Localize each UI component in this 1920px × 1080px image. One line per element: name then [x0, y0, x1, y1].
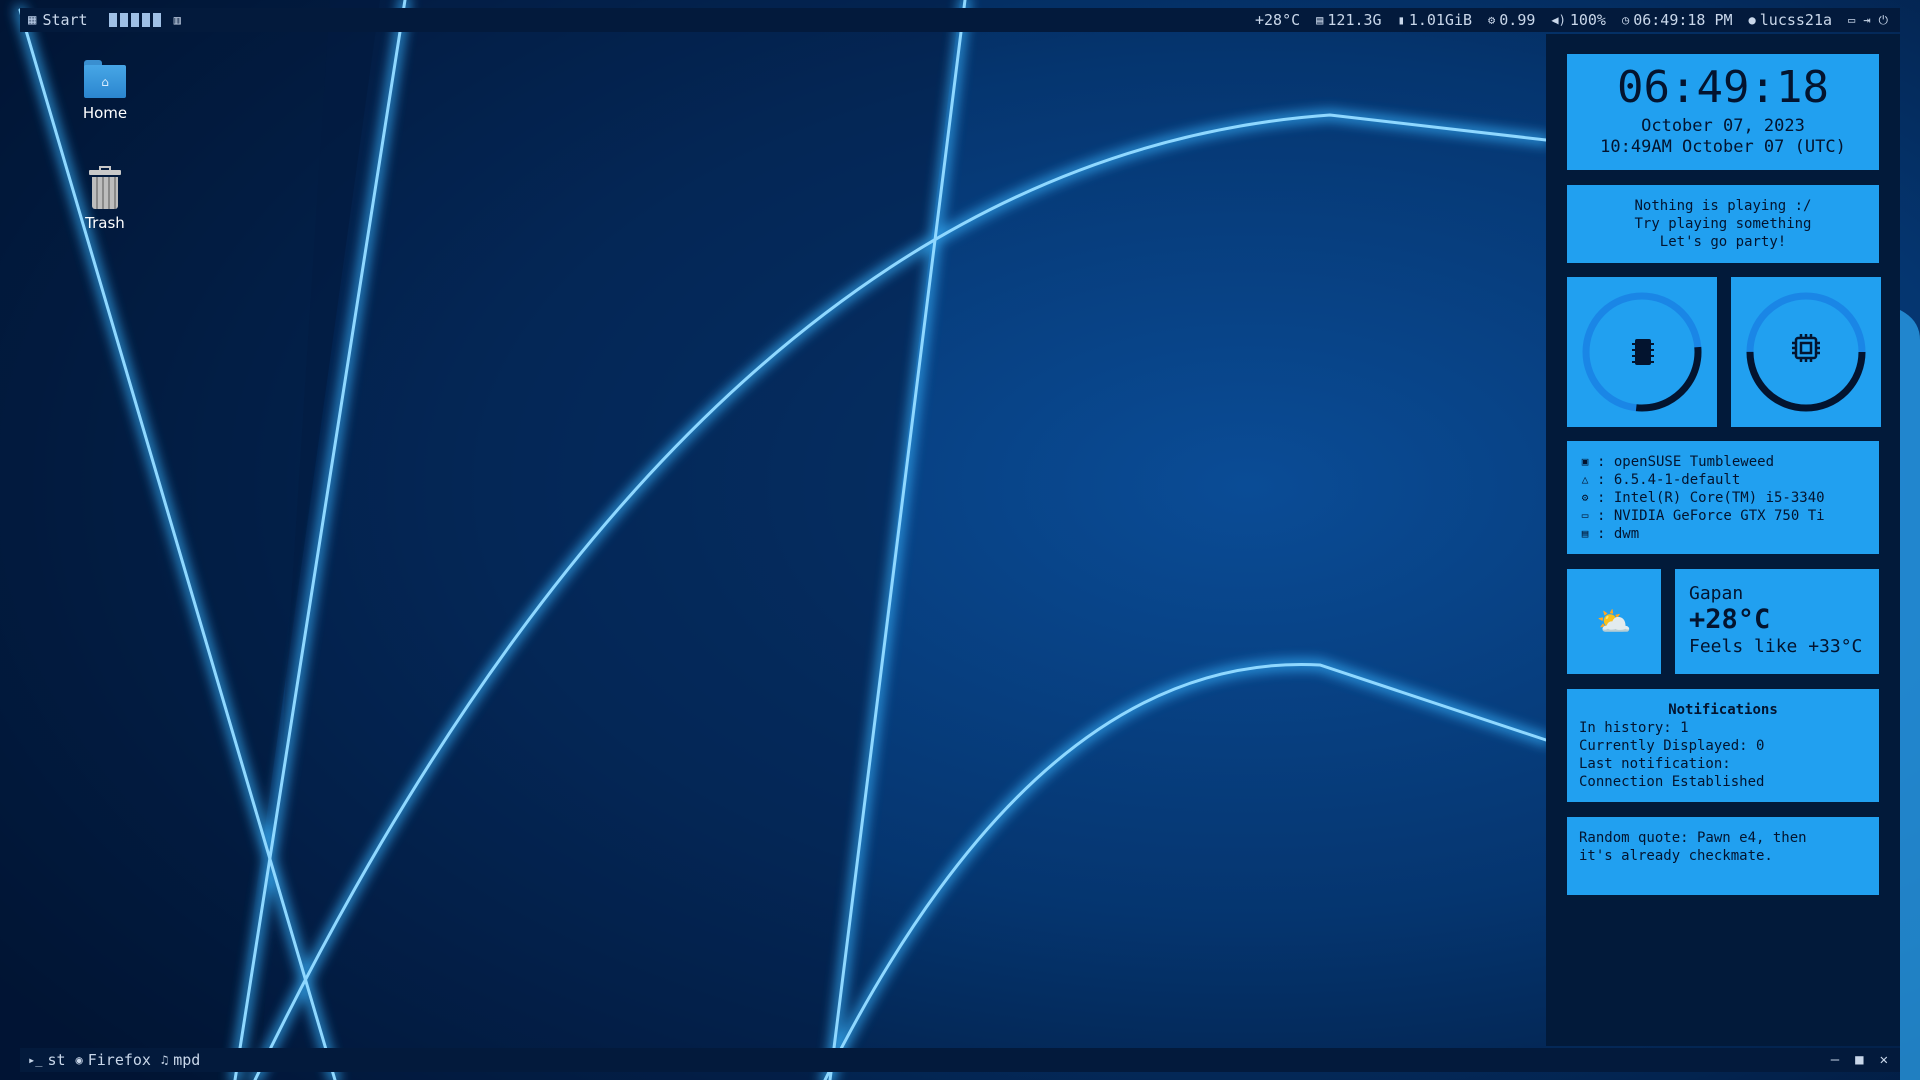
workspace-tag[interactable]	[129, 12, 140, 28]
user-icon: ●	[1748, 13, 1756, 27]
status-temperature-value: +28°C	[1255, 11, 1301, 29]
memory-gauge	[1567, 277, 1717, 427]
maximize-icon[interactable]: ■	[1855, 1052, 1863, 1068]
sysinfo-distro: : openSUSE Tumbleweed	[1597, 454, 1775, 470]
system-info-widget: ▣ : openSUSE Tumbleweed △ : 6.5.4-1-defa…	[1567, 441, 1879, 554]
status-user: ● lucss21a	[1749, 11, 1832, 29]
music-status-line: Nothing is playing :/	[1634, 198, 1812, 214]
clock-date: October 07, 2023	[1641, 116, 1805, 136]
cpu-gauge	[1731, 277, 1881, 427]
weather-temp: +28°C	[1689, 604, 1771, 635]
workspace-tags[interactable]	[107, 12, 162, 28]
workspace-tag[interactable]	[118, 12, 129, 28]
sysinfo-wm: : dwm	[1597, 526, 1640, 542]
start-button[interactable]: ▦ Start	[28, 11, 88, 29]
workspace-tag[interactable]	[151, 12, 162, 28]
task-st[interactable]: ▸_ st	[28, 1051, 66, 1069]
status-memory: ▮ 1.01GiB	[1398, 11, 1472, 29]
weather-icon: ⛅	[1567, 569, 1661, 674]
notifications-last-label: Last notification:	[1579, 756, 1731, 772]
quote-line: Random quote: Pawn e4, then	[1579, 830, 1807, 846]
volume-icon: ◀)	[1551, 13, 1566, 27]
quote-line: it's already checkmate.	[1579, 848, 1773, 864]
task-mpd[interactable]: ♫ mpd	[161, 1051, 200, 1069]
notifications-title: Notifications	[1668, 702, 1778, 718]
clock-utc: 10:49AM October 07 (UTC)	[1600, 137, 1846, 157]
power-icon[interactable]: ⏻	[1879, 13, 1889, 28]
top-bar: ▦ Start ▥ +28°C ▤ 121.3G ▮ 1.01GiB ⚙ 0.9…	[20, 8, 1900, 32]
sysinfo-cpu: : Intel(R) Core(TM) i5-3340	[1597, 490, 1825, 506]
sysinfo-row: ▣ : openSUSE Tumbleweed	[1579, 453, 1879, 471]
status-volume[interactable]: ◀) 100%	[1551, 11, 1606, 29]
cpu-icon	[1792, 334, 1820, 362]
music-status-line: Try playing something	[1634, 216, 1812, 232]
cpu-icon: ⚙	[1581, 491, 1589, 504]
status-user-value: lucss21a	[1759, 11, 1833, 29]
desktop-icon-label: Trash	[85, 214, 125, 232]
weather-city: Gapan	[1689, 583, 1744, 604]
sysinfo-row: ▤ : dwm	[1579, 525, 1879, 543]
clock-icon: ◷	[1621, 13, 1630, 27]
close-icon[interactable]: ✕	[1880, 1052, 1888, 1068]
desktop-icon-label: Home	[82, 104, 128, 122]
status-memory-value: 1.01GiB	[1408, 11, 1473, 29]
notifications-last-value: Connection Established	[1579, 774, 1765, 790]
desktop-icon-home[interactable]: ⌂ Home	[60, 60, 150, 122]
start-label: Start	[42, 11, 88, 29]
clock-widget: 06:49:18 October 07, 2023 10:49AM Octobe…	[1567, 54, 1879, 170]
notifications-widget[interactable]: Notifications In history: 1 Currently Di…	[1567, 689, 1879, 802]
task-label: Firefox	[87, 1051, 151, 1069]
layout-indicator-icon[interactable]: ▥	[174, 13, 181, 27]
music-widget[interactable]: Nothing is playing :/ Try playing someth…	[1567, 185, 1879, 263]
grid-icon: ▦	[28, 12, 37, 28]
status-volume-value: 100%	[1569, 11, 1606, 29]
music-status-line: Let's go party!	[1659, 234, 1787, 250]
cpu-icon: ⚙	[1488, 13, 1496, 27]
window-icon: ▤	[1581, 527, 1589, 540]
clock-time: 06:49:18	[1617, 62, 1829, 113]
desktop-icon-trash[interactable]: Trash	[60, 166, 150, 232]
task-firefox[interactable]: ◉ Firefox	[76, 1051, 151, 1069]
weather-feels-like: Feels like +33°C	[1689, 636, 1863, 657]
bottom-taskbar: ▸_ st ◉ Firefox ♫ mpd — ■ ✕	[20, 1048, 1900, 1072]
terminal-icon: ▸_	[28, 1053, 43, 1067]
status-cpu-value: 0.99	[1499, 11, 1536, 29]
status-disk: ▤ 121.3G	[1316, 11, 1381, 29]
notifications-displayed: Currently Displayed: 0	[1579, 738, 1765, 754]
status-clock-value: 06:49:18 PM	[1633, 11, 1733, 29]
sysinfo-row: ▭ : NVIDIA GeForce GTX 750 Ti	[1579, 507, 1879, 525]
memory-icon	[1632, 339, 1654, 365]
disk-icon: ▤	[1316, 13, 1324, 27]
lock-screen-icon[interactable]: ▭	[1848, 13, 1855, 28]
minimize-icon[interactable]: —	[1831, 1052, 1839, 1068]
session-controls: ▭ ⇥ ⏻	[1848, 13, 1888, 28]
quote-widget: Random quote: Pawn e4, then it's already…	[1567, 817, 1879, 895]
memory-icon: ▮	[1397, 13, 1405, 27]
workspace-tag[interactable]	[107, 12, 118, 28]
workspace-tag[interactable]	[140, 12, 151, 28]
weather-widget: Gapan +28°C Feels like +33°C	[1675, 569, 1879, 674]
weather-partly-cloudy-icon: ⛅	[1596, 605, 1632, 638]
sysinfo-row: ⚙ : Intel(R) Core(TM) i5-3340	[1579, 489, 1879, 507]
status-temperature: +28°C	[1255, 11, 1300, 29]
sysinfo-gpu: : NVIDIA GeForce GTX 750 Ti	[1597, 508, 1825, 524]
monitor-icon: ▭	[1581, 509, 1589, 522]
trash-icon	[87, 166, 123, 210]
task-label: st	[47, 1051, 66, 1069]
status-cpu: ⚙ 0.99	[1488, 11, 1535, 29]
distro-icon: ▣	[1581, 455, 1589, 468]
notifications-history: In history: 1	[1579, 720, 1689, 736]
kernel-icon: △	[1581, 473, 1589, 486]
sysinfo-kernel: : 6.5.4-1-default	[1597, 472, 1741, 488]
home-folder-icon: ⌂	[84, 60, 126, 98]
logout-icon[interactable]: ⇥	[1863, 13, 1870, 28]
sysinfo-row: △ : 6.5.4-1-default	[1579, 471, 1879, 489]
task-label: mpd	[173, 1051, 201, 1069]
music-note-icon: ♫	[160, 1053, 169, 1067]
firefox-icon: ◉	[75, 1053, 83, 1067]
window-controls: — ■ ✕	[1831, 1052, 1888, 1068]
status-disk-value: 121.3G	[1327, 11, 1382, 29]
status-clock: ◷ 06:49:18 PM	[1622, 11, 1733, 29]
